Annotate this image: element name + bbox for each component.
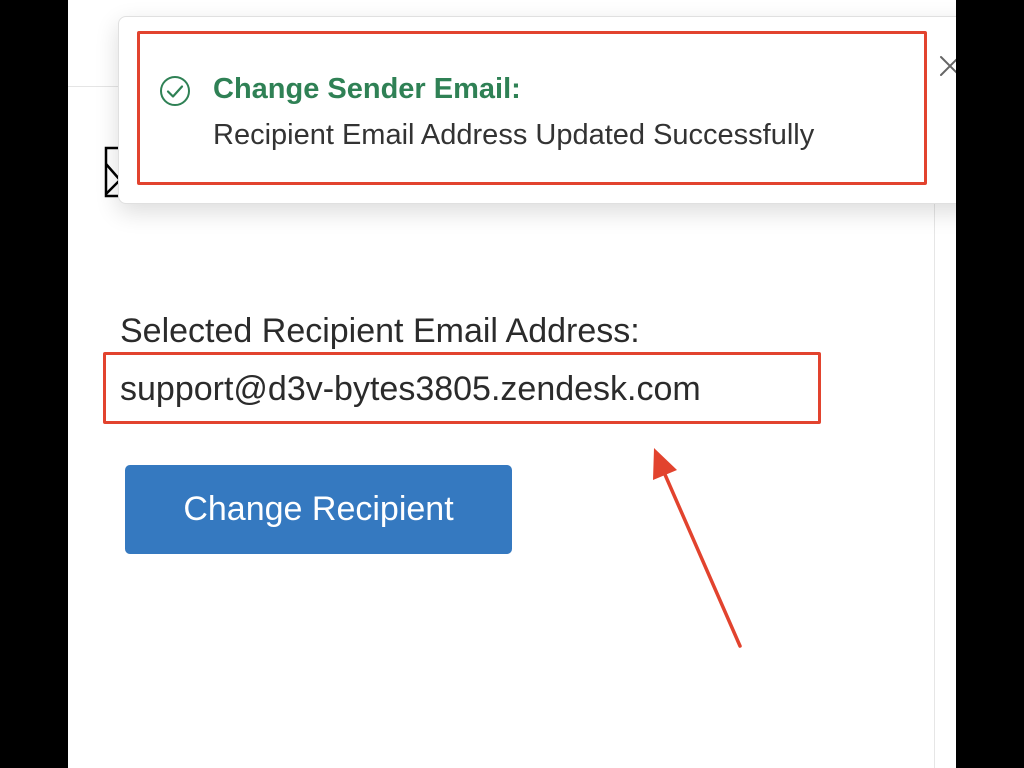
annotation-arrow: [653, 448, 742, 648]
success-toast: Change Sender Email: Recipient Email Add…: [118, 16, 956, 204]
check-circle-icon: [160, 76, 190, 106]
toast-highlight-box: [137, 31, 927, 185]
recipient-label: Selected Recipient Email Address:: [120, 312, 640, 350]
recipient-email-value: support@d3v-bytes3805.zendesk.com: [120, 370, 701, 408]
app-panel: Selected Recipient Email Address: suppor…: [68, 0, 956, 768]
toast-message: Recipient Email Address Updated Successf…: [213, 119, 815, 151]
close-icon[interactable]: [937, 53, 956, 79]
panel-divider: [934, 200, 935, 768]
change-recipient-button[interactable]: Change Recipient: [125, 465, 512, 554]
toast-title: Change Sender Email:: [213, 73, 521, 105]
